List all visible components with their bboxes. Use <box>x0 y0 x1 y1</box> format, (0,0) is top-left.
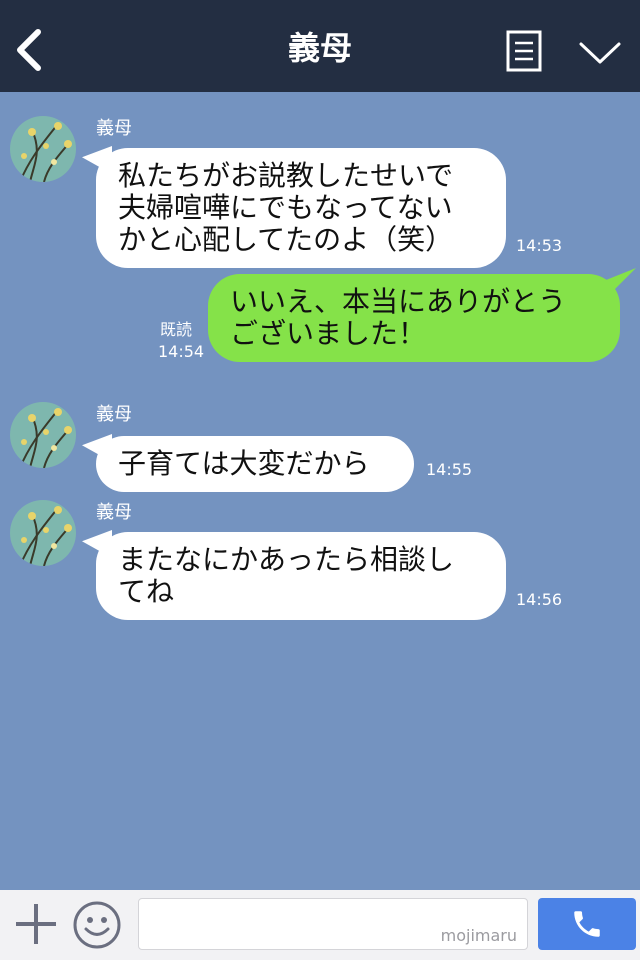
message-time: 14:55 <box>426 460 473 479</box>
message-input[interactable]: mojimaru <box>138 898 528 950</box>
input-bar: mojimaru <box>0 890 640 960</box>
call-button[interactable] <box>538 898 636 950</box>
incoming-message-bubble[interactable]: またなにかあったら相談し てね <box>96 532 506 620</box>
contact-avatar[interactable] <box>10 402 76 468</box>
sender-name: 義母 <box>96 502 132 523</box>
read-receipt: 既読 <box>160 320 193 339</box>
chat-area[interactable]: 義母 私たちがお説教したせいで 夫婦喧嘩にでもなってない かと心配してたのよ（笑… <box>0 92 640 890</box>
message-time: 14:54 <box>158 342 205 361</box>
message-time: 14:53 <box>516 236 563 255</box>
plus-icon[interactable] <box>14 902 58 946</box>
message-time: 14:56 <box>516 590 563 609</box>
contact-avatar[interactable] <box>10 116 76 182</box>
sender-name: 義母 <box>96 404 132 425</box>
incoming-message-bubble[interactable]: 私たちがお説教したせいで 夫婦喧嘩にでもなってない かと心配してたのよ（笑） <box>96 148 506 268</box>
sender-name: 義母 <box>96 118 132 139</box>
watermark-text: mojimaru <box>440 926 517 945</box>
chat-header: 義母 <box>0 0 640 92</box>
smiley-icon[interactable] <box>72 900 122 950</box>
incoming-message-bubble[interactable]: 子育ては大変だから <box>96 436 414 492</box>
contact-avatar[interactable] <box>10 500 76 566</box>
chat-title: 義母 <box>287 29 352 67</box>
chevron-down-icon[interactable] <box>578 38 622 68</box>
menu-list-icon[interactable] <box>506 30 542 72</box>
outgoing-message-bubble[interactable]: いいえ、本当にありがとう ございました！ <box>208 274 620 362</box>
phone-icon <box>574 911 600 937</box>
